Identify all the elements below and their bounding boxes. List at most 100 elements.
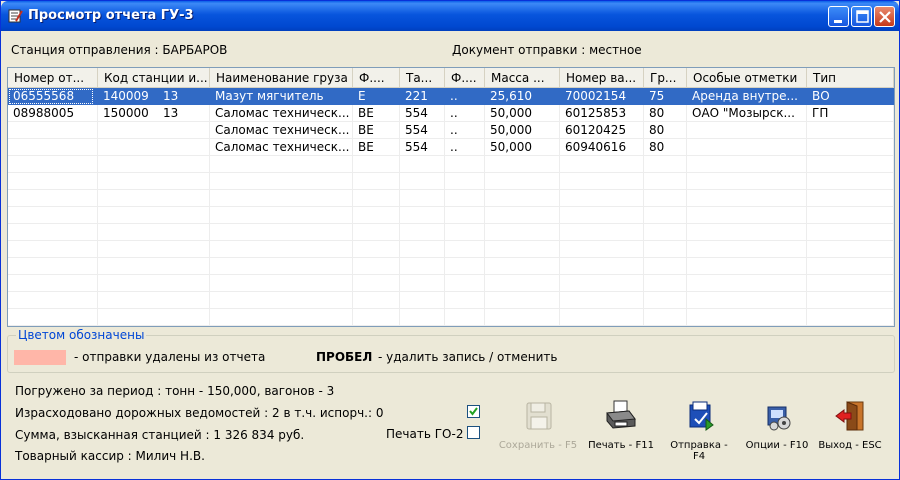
grid-cell-bg [8,173,98,190]
exit-button[interactable]: Выход - ESC [815,399,885,451]
grid-cell-bg [485,241,560,258]
grid-cell-bg [644,224,687,241]
table-row[interactable] [8,190,894,207]
grid-cell-bg [445,224,485,241]
grid-cell-bg [353,207,400,224]
close-icon [879,11,891,23]
column-header[interactable]: Ф.... [353,68,400,88]
column-header[interactable]: Ф.... [445,68,485,88]
table-row[interactable] [8,207,894,224]
grid-cell-bg [560,241,644,258]
column-header[interactable]: Масса ... [485,68,560,88]
floppy-disk-icon [526,402,552,430]
focus-rectangle [9,89,93,104]
print-go2-checkbox[interactable] [467,426,480,439]
grid-cell-bg [98,258,210,275]
table-row[interactable] [8,224,894,241]
table-cell: 13 [163,89,179,103]
loaded-summary: Погружено за период : тонн - 150,000, ва… [15,384,335,398]
table-cell: Аренда внутре... [692,89,798,103]
grid-cell-bg [98,309,210,326]
grid-cell-bg [400,190,445,207]
grid-cell-bg [687,156,807,173]
table-cell: ВЕ [358,140,374,154]
table-row[interactable]: Саломас техническ... ВЕ 554.. 50,000 6012042… [8,122,894,139]
grid-cell-bg [644,190,687,207]
column-header[interactable]: Номер от... [8,68,98,88]
grid-cell-bg [687,122,807,139]
grid-cell-bg [210,190,353,207]
checkbox-1[interactable] [467,405,480,418]
print-button[interactable]: Печать - F11 [585,399,657,451]
grid-cell-bg [687,241,807,258]
grid-cell-bg [8,156,98,173]
table-row[interactable] [8,292,894,309]
table-row[interactable]: 08988005 150000 13 Саломас техническ... ВЕ 55… [8,105,894,122]
table-row[interactable] [8,275,894,292]
grid-cell-bg [210,173,353,190]
column-header[interactable]: Номер ва... [560,68,644,88]
grid-cell-bg [210,292,353,309]
grid-cell-bg [687,292,807,309]
table-row[interactable]: Саломас техническ... ВЕ 554.. 50,000 6094061… [8,139,894,156]
table-row[interactable] [8,156,894,173]
send-button[interactable]: Отправка - F4 [663,399,735,462]
maximize-button[interactable] [851,6,872,27]
table-cell: 80 [649,123,665,137]
grid-cell-bg [560,275,644,292]
options-button[interactable]: Опции - F10 [741,399,813,451]
table-row[interactable]: 06555568 140009 13 Мазут мягчитель Е 221.. 25,… [8,88,894,105]
grid-cell-bg [807,156,894,173]
title-bar[interactable]: Просмотр отчета ГУ-3 [1,1,899,31]
grid-cell-bg [644,207,687,224]
column-header[interactable]: Код станции и... [98,68,210,88]
column-header[interactable]: Гр... [644,68,687,88]
minimize-icon [834,20,842,23]
space-key-label: ПРОБЕЛ [316,350,373,364]
grid-cell-bg [8,139,98,156]
removed-color-swatch [14,350,66,365]
grid-cell-bg [807,275,894,292]
table-row[interactable] [8,241,894,258]
spent-summary: Израсходовано дорожных ведомостей : 2 в … [15,406,384,420]
grid-cell-bg [485,156,560,173]
grid-cell-bg [8,258,98,275]
grid-cell-bg [445,292,485,309]
grid-cell-bg [8,190,98,207]
table-cell: ГП [812,106,829,120]
grid-cell-bg [98,224,210,241]
grid-cell-bg [353,224,400,241]
minimize-button[interactable] [828,6,849,27]
grid-cell-bg [98,241,210,258]
grid-cell-bg [400,309,445,326]
printer-icon [606,400,636,429]
column-header[interactable]: Особые отметки [687,68,807,88]
grid-cell-bg [353,173,400,190]
column-header[interactable]: Та... [400,68,445,88]
table-cell: 554 [405,140,428,154]
sum-summary: Сумма, взысканная станцией : 1 326 834 р… [15,428,305,442]
grid-cell-bg [353,258,400,275]
grid-cell-bg [210,258,353,275]
close-button[interactable] [874,6,895,27]
grid-cell-bg [445,207,485,224]
grid-cell-bg [687,224,807,241]
grid-cell-bg [445,190,485,207]
report-grid[interactable]: Номер от... Код станции и... Наименование … [7,67,895,327]
table-cell: ОАО "Мозырск... [692,106,795,120]
save-button[interactable]: Сохранить - F5 [497,399,579,451]
grid-cell-bg [210,275,353,292]
grid-cell-bg [210,241,353,258]
table-cell: .. [450,106,458,120]
document-label: Документ отправки : местное [452,43,642,57]
table-row[interactable] [8,173,894,190]
column-header[interactable]: Тип [807,68,894,88]
grid-cell-bg [210,309,353,326]
print-label: Печать - F11 [588,440,654,451]
table-row[interactable] [8,258,894,275]
column-header[interactable]: Наименование груза [210,68,353,88]
grid-cell-bg [210,207,353,224]
table-row[interactable] [8,309,894,326]
grid-cell-bg [485,173,560,190]
grid-header: Номер от... Код станции и... Наименование … [8,68,894,88]
